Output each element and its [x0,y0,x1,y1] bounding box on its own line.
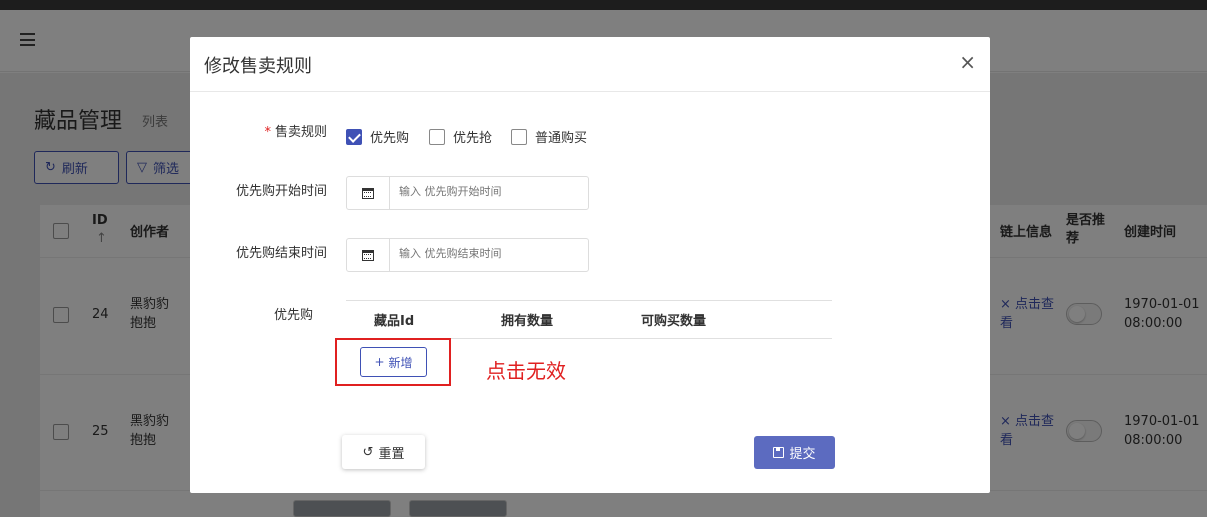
end-time-input[interactable] [399,247,579,260]
start-time-picker[interactable] [346,176,589,210]
calendar-icon[interactable] [347,177,390,209]
required-mark: * [264,125,271,140]
subtable-column-owned: 拥有数量 [501,314,554,329]
start-time-input[interactable] [399,185,579,198]
priority-grab-label[interactable]: 优先抢 [453,127,492,146]
reset-button[interactable]: ↺ 重置 [342,435,425,469]
save-icon [773,447,785,458]
end-time-picker[interactable] [346,238,589,272]
priority-buy-label[interactable]: 优先购 [370,127,409,146]
dialog-title: 修改售卖规则 [204,56,312,77]
checkbox-priority-buy[interactable] [346,129,362,145]
submit-button[interactable]: 提交 [754,436,835,469]
close-icon[interactable]: × [959,50,976,74]
normal-buy-label[interactable]: 普通购买 [535,127,587,146]
edit-sale-rule-dialog: 修改售卖规则 × *售卖规则 优先购 优先抢 普通购买 优先购开始时间 优先购结… [190,37,990,493]
checkbox-priority-grab[interactable] [429,129,445,145]
add-label: 新增 [388,355,413,370]
subtable-column-item-id: 藏品Id [374,314,415,329]
reset-label: 重置 [378,446,405,462]
subtable-top-border [346,300,832,301]
sale-rule-label: * 售卖规则 [264,125,327,140]
checkbox-normal-buy[interactable] [511,129,527,145]
subtable-column-purchasable: 可购买数量 [641,314,707,329]
end-time-label: 优先购结束时间 [235,246,327,261]
calendar-icon[interactable] [347,239,390,271]
start-time-label: 优先购开始时间 [235,184,327,199]
annotation-text: 点击无效 [486,359,566,383]
dialog-divider [190,91,990,92]
priority-label: 优先购 [273,308,313,323]
add-row-button[interactable]: + 新增 [360,347,427,377]
plus-icon: + [374,355,385,369]
submit-label: 提交 [789,447,816,462]
undo-icon: ↺ [362,444,374,460]
